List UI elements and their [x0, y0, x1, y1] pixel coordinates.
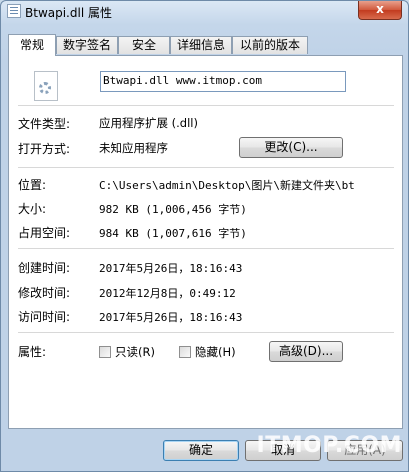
open-with-value: 未知应用程序 — [99, 141, 168, 155]
size-value: 982 KB (1,006,456 字节) — [99, 203, 247, 216]
modified-value: 2012年12月8日，0:49:12 — [99, 287, 236, 300]
title-bar[interactable]: Btwapi.dll 属性 x — [1, 1, 408, 23]
tab-details[interactable]: 详细信息 — [170, 36, 232, 54]
divider — [18, 167, 394, 168]
accessed-label: 访问时间: — [18, 310, 71, 324]
divider — [18, 248, 394, 249]
file-name-input[interactable]: Btwapi.dll www.itmop.com — [100, 71, 346, 92]
divider — [18, 332, 394, 333]
hidden-checkbox[interactable] — [179, 346, 191, 358]
open-with-label: 打开方式: — [18, 142, 71, 156]
size-on-disk-label: 占用空间: — [18, 226, 71, 240]
advanced-button[interactable]: 高级(D)... — [269, 341, 343, 362]
size-label: 大小: — [18, 202, 47, 216]
tab-security[interactable]: 安全 — [118, 36, 170, 54]
general-panel: Btwapi.dll www.itmop.com 文件类型: 应用程序扩展 (.… — [8, 55, 403, 429]
tab-digital-signatures[interactable]: 数字签名 — [56, 36, 118, 54]
attributes-label: 属性: — [18, 345, 47, 359]
hidden-label[interactable]: 隐藏(H) — [195, 344, 236, 360]
location-value: C:\Users\admin\Desktop\图片\新建文件夹\bt — [99, 179, 355, 192]
file-type-value: 应用程序扩展 (.dll) — [99, 116, 198, 130]
created-label: 创建时间: — [18, 261, 71, 275]
close-button[interactable]: x — [358, 1, 402, 20]
document-icon — [7, 4, 21, 18]
tab-general[interactable]: 常规 — [8, 34, 56, 56]
created-value: 2017年5月26日，18:16:43 — [99, 262, 243, 275]
tab-strip: 常规 数字签名 安全 详细信息 以前的版本 — [8, 34, 403, 56]
location-label: 位置: — [18, 178, 47, 192]
file-type-label: 文件类型: — [18, 117, 71, 131]
readonly-checkbox[interactable] — [99, 346, 111, 358]
readonly-label[interactable]: 只读(R) — [115, 344, 155, 360]
watermark-logo: ITMOP.COM — [256, 433, 402, 458]
tab-previous-versions[interactable]: 以前的版本 — [232, 36, 308, 54]
ok-button[interactable]: 确定 — [163, 440, 239, 461]
divider — [18, 105, 394, 106]
modified-label: 修改时间: — [18, 286, 71, 300]
size-on-disk-value: 984 KB (1,007,616 字节) — [99, 227, 247, 240]
change-button[interactable]: 更改(C)... — [239, 137, 343, 158]
accessed-value: 2017年5月26日，18:16:43 — [99, 311, 243, 324]
window-title: Btwapi.dll 属性 — [25, 6, 112, 20]
dll-file-icon — [34, 71, 58, 101]
properties-window: Btwapi.dll 属性 x 常规 数字签名 安全 详细信息 以前的版本 Bt… — [0, 0, 409, 472]
